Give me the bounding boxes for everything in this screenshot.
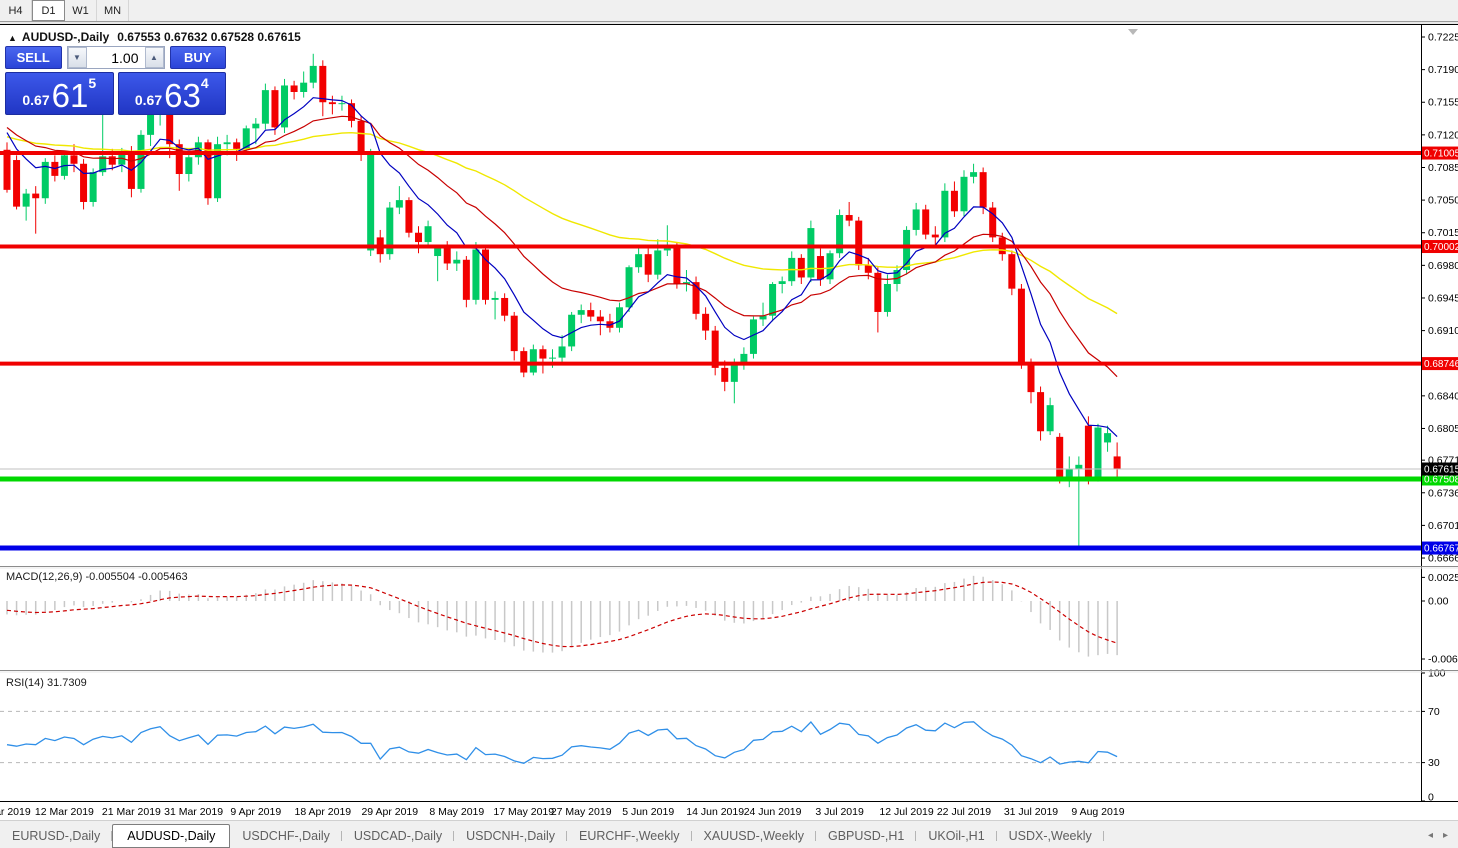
svg-text:9 Aug 2019: 9 Aug 2019 [1071,806,1124,818]
volume-input[interactable] [86,47,145,68]
rsi-indicator-label: RSI(14) 31.7309 [6,677,87,689]
tab-scroll-right-icon[interactable]: ▸ [1443,830,1448,841]
svg-text:17 May 2019: 17 May 2019 [493,806,554,818]
svg-text:22 Jul 2019: 22 Jul 2019 [937,806,991,818]
svg-text:14 Jun 2019: 14 Jun 2019 [686,806,744,818]
tab-usdcad-daily[interactable]: USDCAD-,Daily [342,825,455,847]
svg-text:0.70850: 0.70850 [1428,162,1458,174]
sell-price-display[interactable]: 0.67 61 5 [5,72,114,115]
svg-text:0.71550: 0.71550 [1428,97,1458,109]
sell-price-main: 61 [51,77,89,114]
svg-text:29 Apr 2019: 29 Apr 2019 [361,806,418,818]
volume-stepper: ▼ ▲ [66,46,165,69]
svg-text:0.67360: 0.67360 [1428,487,1458,499]
volume-up-button[interactable]: ▲ [144,47,164,68]
tab-gbpusd-h1[interactable]: GBPUSD-,H1 [816,825,917,847]
sell-button[interactable]: SELL [5,46,62,69]
sell-price-prefix: 0.67 [22,92,50,108]
svg-text:70: 70 [1428,706,1440,718]
collapse-arrow-icon: ▲ [8,33,17,43]
svg-text:0.69800: 0.69800 [1428,260,1458,272]
svg-text:30: 30 [1428,757,1440,769]
svg-text:12 Jul 2019: 12 Jul 2019 [879,806,933,818]
svg-text:0.70500: 0.70500 [1428,195,1458,207]
chart-symbol-label: AUDUSD-,Daily [21,30,110,44]
svg-text:0.70002: 0.70002 [1424,242,1458,253]
svg-text:0.71900: 0.71900 [1428,64,1458,76]
tab-scroll-left-icon[interactable]: ◂ [1428,830,1433,841]
macd-indicator-label: MACD(12,26,9) -0.005504 -0.005463 [6,571,188,583]
svg-text:0.67508: 0.67508 [1424,474,1458,485]
svg-text:0.72250: 0.72250 [1428,32,1458,44]
svg-text:8 May 2019: 8 May 2019 [429,806,484,818]
tab-usdchf-daily[interactable]: USDCHF-,Daily [230,825,342,847]
buy-button[interactable]: BUY [169,46,226,69]
trading-platform-window: H4 D1 W1 MN ▲ AUDUSD-,Daily 0.67553 0.6763… [0,0,1458,848]
buy-price-display[interactable]: 0.67 63 4 [117,72,226,115]
tab-usdcnh-daily[interactable]: USDCNH-,Daily [454,825,567,847]
svg-text:100: 100 [1428,668,1446,680]
tab-audusd-daily[interactable]: AUDUSD-,Daily [112,823,231,848]
svg-text:0.68050: 0.68050 [1428,423,1458,435]
svg-text:3 Mar 2019: 3 Mar 2019 [0,806,31,818]
volume-down-button[interactable]: ▼ [67,47,87,68]
svg-text:12 Mar 2019: 12 Mar 2019 [35,806,94,818]
svg-text:31 Mar 2019: 31 Mar 2019 [164,806,223,818]
svg-text:0.69450: 0.69450 [1428,292,1458,304]
tab-xauusd-weekly[interactable]: XAUUSD-,Weekly [692,825,817,847]
chart-area[interactable]: ▲ AUDUSD-,Daily 0.67553 0.67632 0.67528 0.… [0,24,1458,821]
timeframe-toolbar: H4 D1 W1 MN [0,0,1458,22]
svg-text:0.67010: 0.67010 [1428,520,1458,532]
svg-text:0.71200: 0.71200 [1428,129,1458,141]
svg-text:0.68746: 0.68746 [1424,359,1458,370]
chart-ohlc-values: 0.67553 0.67632 0.67528 0.67615 [117,30,301,44]
symbol-tab-bar: EURUSD-,Daily AUDUSD-,Daily USDCHF-,Dail… [0,820,1458,848]
one-click-trading-panel: SELL ▼ ▲ BUY 0.67615 0.67634 [5,46,226,115]
svg-text:0.69100: 0.69100 [1428,325,1458,337]
timeframe-button-mn[interactable]: MN [97,0,129,21]
tab-usdx-weekly[interactable]: USDX-,Weekly [997,825,1104,847]
svg-text:0.68400: 0.68400 [1428,390,1458,402]
svg-text:-0.00632: -0.00632 [1428,653,1458,665]
svg-text:0.66767: 0.66767 [1424,544,1458,555]
svg-text:31 Jul 2019: 31 Jul 2019 [1004,806,1058,818]
svg-text:0.00: 0.00 [1428,596,1449,608]
sell-price-pip: 5 [88,75,97,91]
tab-ukoil-h1[interactable]: UKOil-,H1 [916,825,997,847]
chart-title: ▲ AUDUSD-,Daily 0.67553 0.67632 0.67528 0.… [8,30,301,44]
svg-text:9 Apr 2019: 9 Apr 2019 [230,806,281,818]
svg-text:0.71005: 0.71005 [1424,149,1458,160]
timeframe-button-w1[interactable]: W1 [65,0,97,21]
svg-text:27 May 2019: 27 May 2019 [551,806,612,818]
svg-text:18 Apr 2019: 18 Apr 2019 [294,806,351,818]
tab-eurusd-daily[interactable]: EURUSD-,Daily [0,825,113,847]
buy-price-pip: 4 [200,75,209,91]
svg-text:5 Jun 2019: 5 Jun 2019 [622,806,674,818]
candlestick-chart-canvas[interactable]: 0.72250 0.71900 0.71550 0.71200 0.70850 0.705… [0,25,1458,821]
svg-text:0.002574: 0.002574 [1428,572,1458,584]
tab-eurchf-weekly[interactable]: EURCHF-,Weekly [567,825,692,847]
timeframe-button-h4[interactable]: H4 [0,0,32,21]
buy-price-main: 63 [164,77,201,114]
svg-text:0.67615: 0.67615 [1424,465,1458,476]
buy-price-prefix: 0.67 [134,92,163,108]
svg-text:24 Jun 2019: 24 Jun 2019 [744,806,802,818]
svg-text:3 Jul 2019: 3 Jul 2019 [815,806,864,818]
timeframe-button-d1[interactable]: D1 [32,0,65,21]
svg-text:21 Mar 2019: 21 Mar 2019 [102,806,161,818]
svg-text:0.70150: 0.70150 [1428,227,1458,239]
